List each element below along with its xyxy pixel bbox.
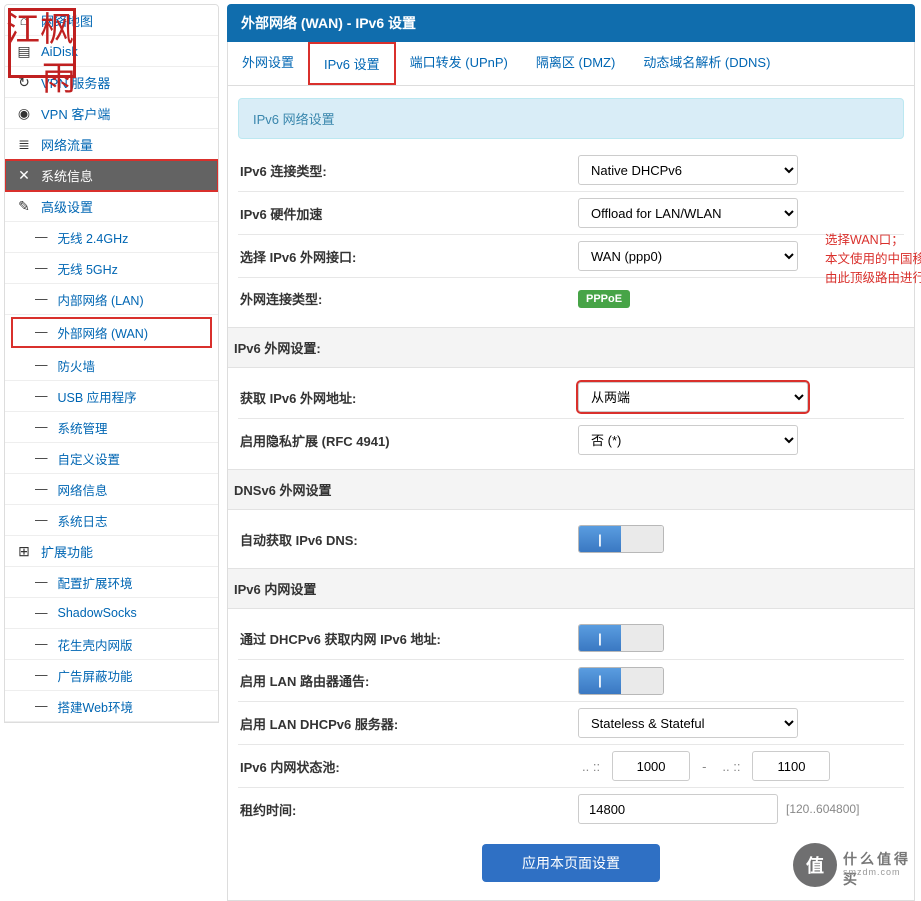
watermark-smzdm: 值 什么值得买 smzdm.com xyxy=(793,843,913,889)
lbl-wan-conn: 外网连接类型: xyxy=(238,289,578,308)
lbl-privacy: 启用隐私扩展 (RFC 4941) xyxy=(238,431,578,450)
nav-vpn-client[interactable]: ◉VPN 客户端 xyxy=(5,98,218,129)
bars-icon: ≣ xyxy=(15,136,33,153)
lbl-conn-type: IPv6 连接类型: xyxy=(238,161,578,180)
nav-wifi5[interactable]: —无线 5GHz xyxy=(5,253,218,284)
nav-aidisk[interactable]: ▤AiDisk xyxy=(5,36,218,67)
nav-ext-adblock[interactable]: —广告屏蔽功能 xyxy=(5,660,218,691)
input-lease[interactable] xyxy=(578,794,778,824)
nav-syslog[interactable]: —系统日志 xyxy=(5,505,218,536)
nav-ext-web[interactable]: —搭建Web环境 xyxy=(5,691,218,722)
sel-hw-accel[interactable]: Offload for LAN/WLAN xyxy=(578,198,798,228)
nav-traffic[interactable]: ≣网络流量 xyxy=(5,129,218,160)
vpn-icon: ↻ xyxy=(15,74,33,91)
sel-wan-if[interactable]: WAN (ppp0) xyxy=(578,241,798,271)
nav-extensions[interactable]: ⊞扩展功能 xyxy=(5,536,218,567)
tab-dmz[interactable]: 隔离区 (DMZ) xyxy=(522,42,629,85)
content: IPv6 网络设置 IPv6 连接类型: Native DHCPv6 IPv6 … xyxy=(227,86,915,901)
tabs: 外网设置 IPv6 设置 端口转发 (UPnP) 隔离区 (DMZ) 动态域名解… xyxy=(227,42,915,86)
lbl-pool: IPv6 内网状态池: xyxy=(238,757,578,776)
lbl-wan-if: 选择 IPv6 外网接口: xyxy=(238,247,578,266)
globe-icon: ◉ xyxy=(15,105,33,122)
lbl-auto-dns: 自动获取 IPv6 DNS: xyxy=(238,530,578,549)
pool-prefix-a: .. :: xyxy=(578,759,604,774)
grid-icon: ⊞ xyxy=(15,543,33,560)
nav-netinfo[interactable]: —网络信息 xyxy=(5,474,218,505)
input-pool-start[interactable] xyxy=(612,751,690,781)
lbl-get-addr: 获取 IPv6 外网地址: xyxy=(238,388,578,407)
tab-ipv6[interactable]: IPv6 设置 xyxy=(308,42,396,85)
nav-wifi24[interactable]: —无线 2.4GHz xyxy=(5,222,218,253)
lbl-hw-accel: IPv6 硬件加速 xyxy=(238,204,578,223)
sel-lan-dhcp[interactable]: Stateless & Stateful xyxy=(578,708,798,738)
toggle-lan-ra[interactable]: | xyxy=(578,667,664,695)
wrench-icon: ✎ xyxy=(15,198,33,215)
section-dns: DNSv6 外网设置 xyxy=(228,469,914,510)
apply-button[interactable]: 应用本页面设置 xyxy=(482,844,660,882)
shuffle-icon: ✕ xyxy=(15,167,33,184)
tab-ddns[interactable]: 动态域名解析 (DDNS) xyxy=(629,42,784,85)
lbl-lease: 租约时间: xyxy=(238,800,578,819)
nav-sysinfo[interactable]: ✕系统信息 xyxy=(5,160,218,191)
nav-ext-oray[interactable]: —花生壳内网版 xyxy=(5,629,218,660)
nav-vpn-server[interactable]: ↻VPN 服务器 xyxy=(5,67,218,98)
annotation-note: 选择WAN口； 本文使用的中国移动光猫不拨号， 由此顶级路由进行拨号 xyxy=(825,231,921,287)
section-wan: IPv6 外网设置: xyxy=(228,327,914,368)
disk-icon: ▤ xyxy=(15,43,33,60)
nav-ext-ss[interactable]: —ShadowSocks xyxy=(5,598,218,629)
sidebar-list: ⌂网络地图 ▤AiDisk ↻VPN 服务器 ◉VPN 客户端 ≣网络流量 ✕系… xyxy=(4,4,219,723)
sel-get-addr[interactable]: 从两端 xyxy=(578,382,808,412)
nav-lan[interactable]: —内部网络 (LAN) xyxy=(5,284,218,315)
sidebar: ⌂网络地图 ▤AiDisk ↻VPN 服务器 ◉VPN 客户端 ≣网络流量 ✕系… xyxy=(0,0,225,897)
input-pool-end[interactable] xyxy=(752,751,830,781)
nav-sysadmin[interactable]: —系统管理 xyxy=(5,412,218,443)
section-lan: IPv6 内网设置 xyxy=(228,568,914,609)
toggle-auto-dns[interactable]: | xyxy=(578,525,664,553)
nav-advanced[interactable]: ✎高级设置 xyxy=(5,191,218,222)
sel-conn-type[interactable]: Native DHCPv6 xyxy=(578,155,798,185)
nav-ext-config[interactable]: —配置扩展环境 xyxy=(5,567,218,598)
info-box: IPv6 网络设置 xyxy=(238,98,904,139)
lbl-dhcp-lan: 通过 DHCPv6 获取内网 IPv6 地址: xyxy=(238,629,578,648)
tab-upnp[interactable]: 端口转发 (UPnP) xyxy=(396,42,522,85)
badge-pppoe: PPPoE xyxy=(578,290,630,308)
main-panel: 外部网络 (WAN) - IPv6 设置 外网设置 IPv6 设置 端口转发 (… xyxy=(225,0,921,897)
toggle-dhcp-lan[interactable]: | xyxy=(578,624,664,652)
lbl-lan-dhcp: 启用 LAN DHCPv6 服务器: xyxy=(238,714,578,733)
nav-usb[interactable]: —USB 应用程序 xyxy=(5,381,218,412)
nav-firewall[interactable]: —防火墙 xyxy=(5,350,218,381)
nav-custom[interactable]: —自定义设置 xyxy=(5,443,218,474)
tab-wan[interactable]: 外网设置 xyxy=(228,42,308,85)
lbl-lan-ra: 启用 LAN 路由器通告: xyxy=(238,671,578,690)
page-title: 外部网络 (WAN) - IPv6 设置 xyxy=(227,4,915,42)
sel-privacy[interactable]: 否 (*) xyxy=(578,425,798,455)
pool-sep: - xyxy=(698,759,710,774)
nav-netmap[interactable]: ⌂网络地图 xyxy=(5,5,218,36)
nav-wan[interactable]: —外部网络 (WAN) xyxy=(11,317,212,348)
pool-prefix-b: .. :: xyxy=(718,759,744,774)
lease-hint: [120..604800] xyxy=(786,802,859,816)
home-icon: ⌂ xyxy=(15,12,33,28)
